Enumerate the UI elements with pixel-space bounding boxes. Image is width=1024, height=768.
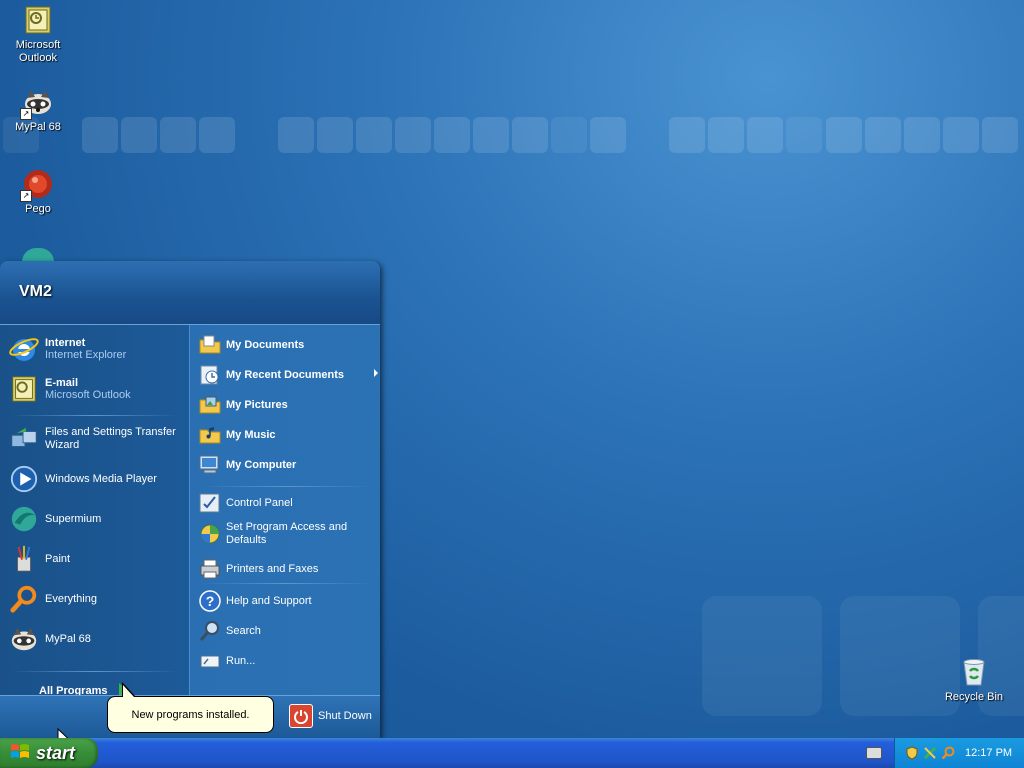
setting-label: Control Panel	[226, 496, 293, 509]
separator	[200, 486, 372, 487]
supermium-icon	[8, 503, 40, 535]
place-label: My Music	[226, 429, 276, 441]
place-recent-documents[interactable]: My Recent Documents	[198, 363, 378, 387]
place-label: My Documents	[226, 339, 305, 351]
everything-search-icon	[8, 583, 40, 615]
control-panel-icon	[198, 491, 222, 515]
help-icon: ?	[198, 589, 222, 613]
security-shield-icon[interactable]	[905, 746, 919, 760]
printer-icon	[198, 557, 222, 581]
desktop-icon-label: MyPal 68	[15, 121, 61, 133]
setting-control-panel[interactable]: Control Panel	[198, 491, 374, 515]
my-computer-icon	[198, 453, 222, 477]
recent-program-media-player[interactable]: Windows Media Player	[8, 463, 183, 495]
program-label: Paint	[45, 552, 71, 565]
program-label: MyPal 68	[45, 632, 91, 645]
tool-label: Run...	[226, 654, 256, 667]
program-defaults-icon	[198, 522, 222, 546]
partial-desktop-icon	[22, 248, 54, 262]
internet-explorer-icon	[8, 333, 40, 365]
pinned-subtitle: Internet Explorer	[45, 349, 127, 361]
place-my-documents[interactable]: My Documents	[198, 333, 374, 357]
power-icon	[289, 704, 313, 728]
pinned-title: E-mail	[45, 377, 79, 389]
place-my-music[interactable]: My Music	[198, 423, 374, 447]
desktop-icon-outlook[interactable]: Microsoft Outlook	[2, 4, 74, 65]
separator	[10, 671, 178, 672]
desktop-icon-label: Microsoft Outlook	[15, 39, 61, 64]
tool-label: Search	[226, 624, 261, 637]
my-music-icon	[198, 423, 222, 447]
clock[interactable]: 12:17 PM	[965, 747, 1012, 759]
paint-icon	[8, 543, 40, 575]
place-label: My Recent Documents	[226, 369, 344, 381]
recent-program-transfer-wizard[interactable]: Files and Settings Transfer Wizard	[8, 423, 183, 455]
pinned-title: Internet	[45, 337, 86, 349]
my-documents-icon	[198, 333, 222, 357]
setting-printers-faxes[interactable]: Printers and Faxes	[198, 557, 374, 581]
balloon-tail-fill	[123, 685, 134, 697]
program-label: Files and Settings Transfer Wizard	[45, 426, 176, 451]
desktop-icon-recycle-bin[interactable]: Recycle Bin	[938, 656, 1010, 704]
submenu-arrow-icon	[374, 369, 378, 377]
start-button[interactable]: start	[0, 738, 98, 768]
user-name: VM2	[19, 283, 52, 300]
system-tray: 12:17 PM	[894, 738, 1024, 768]
place-label: My Computer	[226, 459, 297, 471]
pinned-email[interactable]: E-mail Microsoft Outlook	[8, 373, 183, 405]
program-label: Supermium	[45, 512, 102, 525]
windows-logo-icon	[10, 742, 30, 765]
shutdown-label: Shut Down	[318, 710, 372, 722]
notification-balloon[interactable]: New programs installed.	[107, 696, 274, 733]
desktop-icon-label: Pego	[25, 203, 51, 215]
my-pictures-icon	[198, 393, 222, 417]
search-icon	[198, 619, 222, 643]
recent-program-supermium[interactable]: Supermium	[8, 503, 183, 535]
desktop-icon-mypal[interactable]: ↗ MyPal 68	[2, 86, 74, 134]
recent-program-paint[interactable]: Paint	[8, 543, 183, 575]
start-menu-programs-pane: Internet Internet Explorer E-mail Microsof…	[0, 325, 188, 695]
tool-help-support[interactable]: ? Help and Support	[198, 589, 374, 613]
transfer-wizard-icon	[8, 423, 40, 455]
run-icon	[198, 649, 222, 673]
shutdown-button[interactable]: Shut Down	[289, 704, 372, 728]
setting-program-defaults[interactable]: Set Program Access and Defaults	[198, 521, 374, 547]
desktop-icon-label: Recycle Bin	[944, 691, 1004, 703]
everything-search-tray-icon[interactable]	[941, 746, 955, 760]
mypal-icon	[8, 623, 40, 655]
pinned-internet[interactable]: Internet Internet Explorer	[8, 333, 183, 365]
recent-documents-icon	[198, 363, 222, 387]
program-label: Everything	[45, 592, 97, 605]
pego-icon: ↗	[20, 168, 54, 202]
recent-program-mypal[interactable]: MyPal 68	[8, 623, 183, 655]
tool-search[interactable]: Search	[198, 619, 374, 643]
balloon-text: New programs installed.	[131, 708, 250, 721]
outlook-icon	[22, 4, 54, 36]
start-menu-header: VM2	[0, 261, 380, 325]
start-label: start	[36, 742, 76, 763]
place-my-computer[interactable]: My Computer	[198, 453, 374, 477]
taskbar: start 12:17 PM	[0, 738, 1024, 768]
pinned-subtitle: Microsoft Outlook	[45, 389, 131, 401]
setting-label: Set Program Access and Defaults	[226, 521, 348, 546]
outlook-icon	[8, 373, 40, 405]
place-label: My Pictures	[226, 399, 288, 411]
program-label: Windows Media Player	[45, 472, 157, 485]
start-menu: VM2 Internet Internet Explorer E-mail Micr…	[0, 261, 380, 738]
network-tools-icon[interactable]	[923, 746, 937, 760]
mypal-icon: ↗	[20, 86, 54, 120]
start-menu-places-pane: My Documents My Recent Documents My Pict…	[189, 325, 380, 695]
keyboard-icon[interactable]	[866, 747, 882, 759]
separator	[200, 583, 372, 584]
desktop-icon-pego[interactable]: ↗ Pego	[2, 168, 74, 216]
svg-text:?: ?	[206, 593, 215, 609]
place-my-pictures[interactable]: My Pictures	[198, 393, 374, 417]
tool-label: Help and Support	[226, 594, 312, 607]
setting-label: Printers and Faxes	[226, 562, 319, 575]
recycle-bin-icon	[958, 656, 990, 688]
recent-program-everything[interactable]: Everything	[8, 583, 183, 615]
media-player-icon	[8, 463, 40, 495]
separator	[10, 415, 178, 416]
tool-run[interactable]: Run...	[198, 649, 374, 673]
